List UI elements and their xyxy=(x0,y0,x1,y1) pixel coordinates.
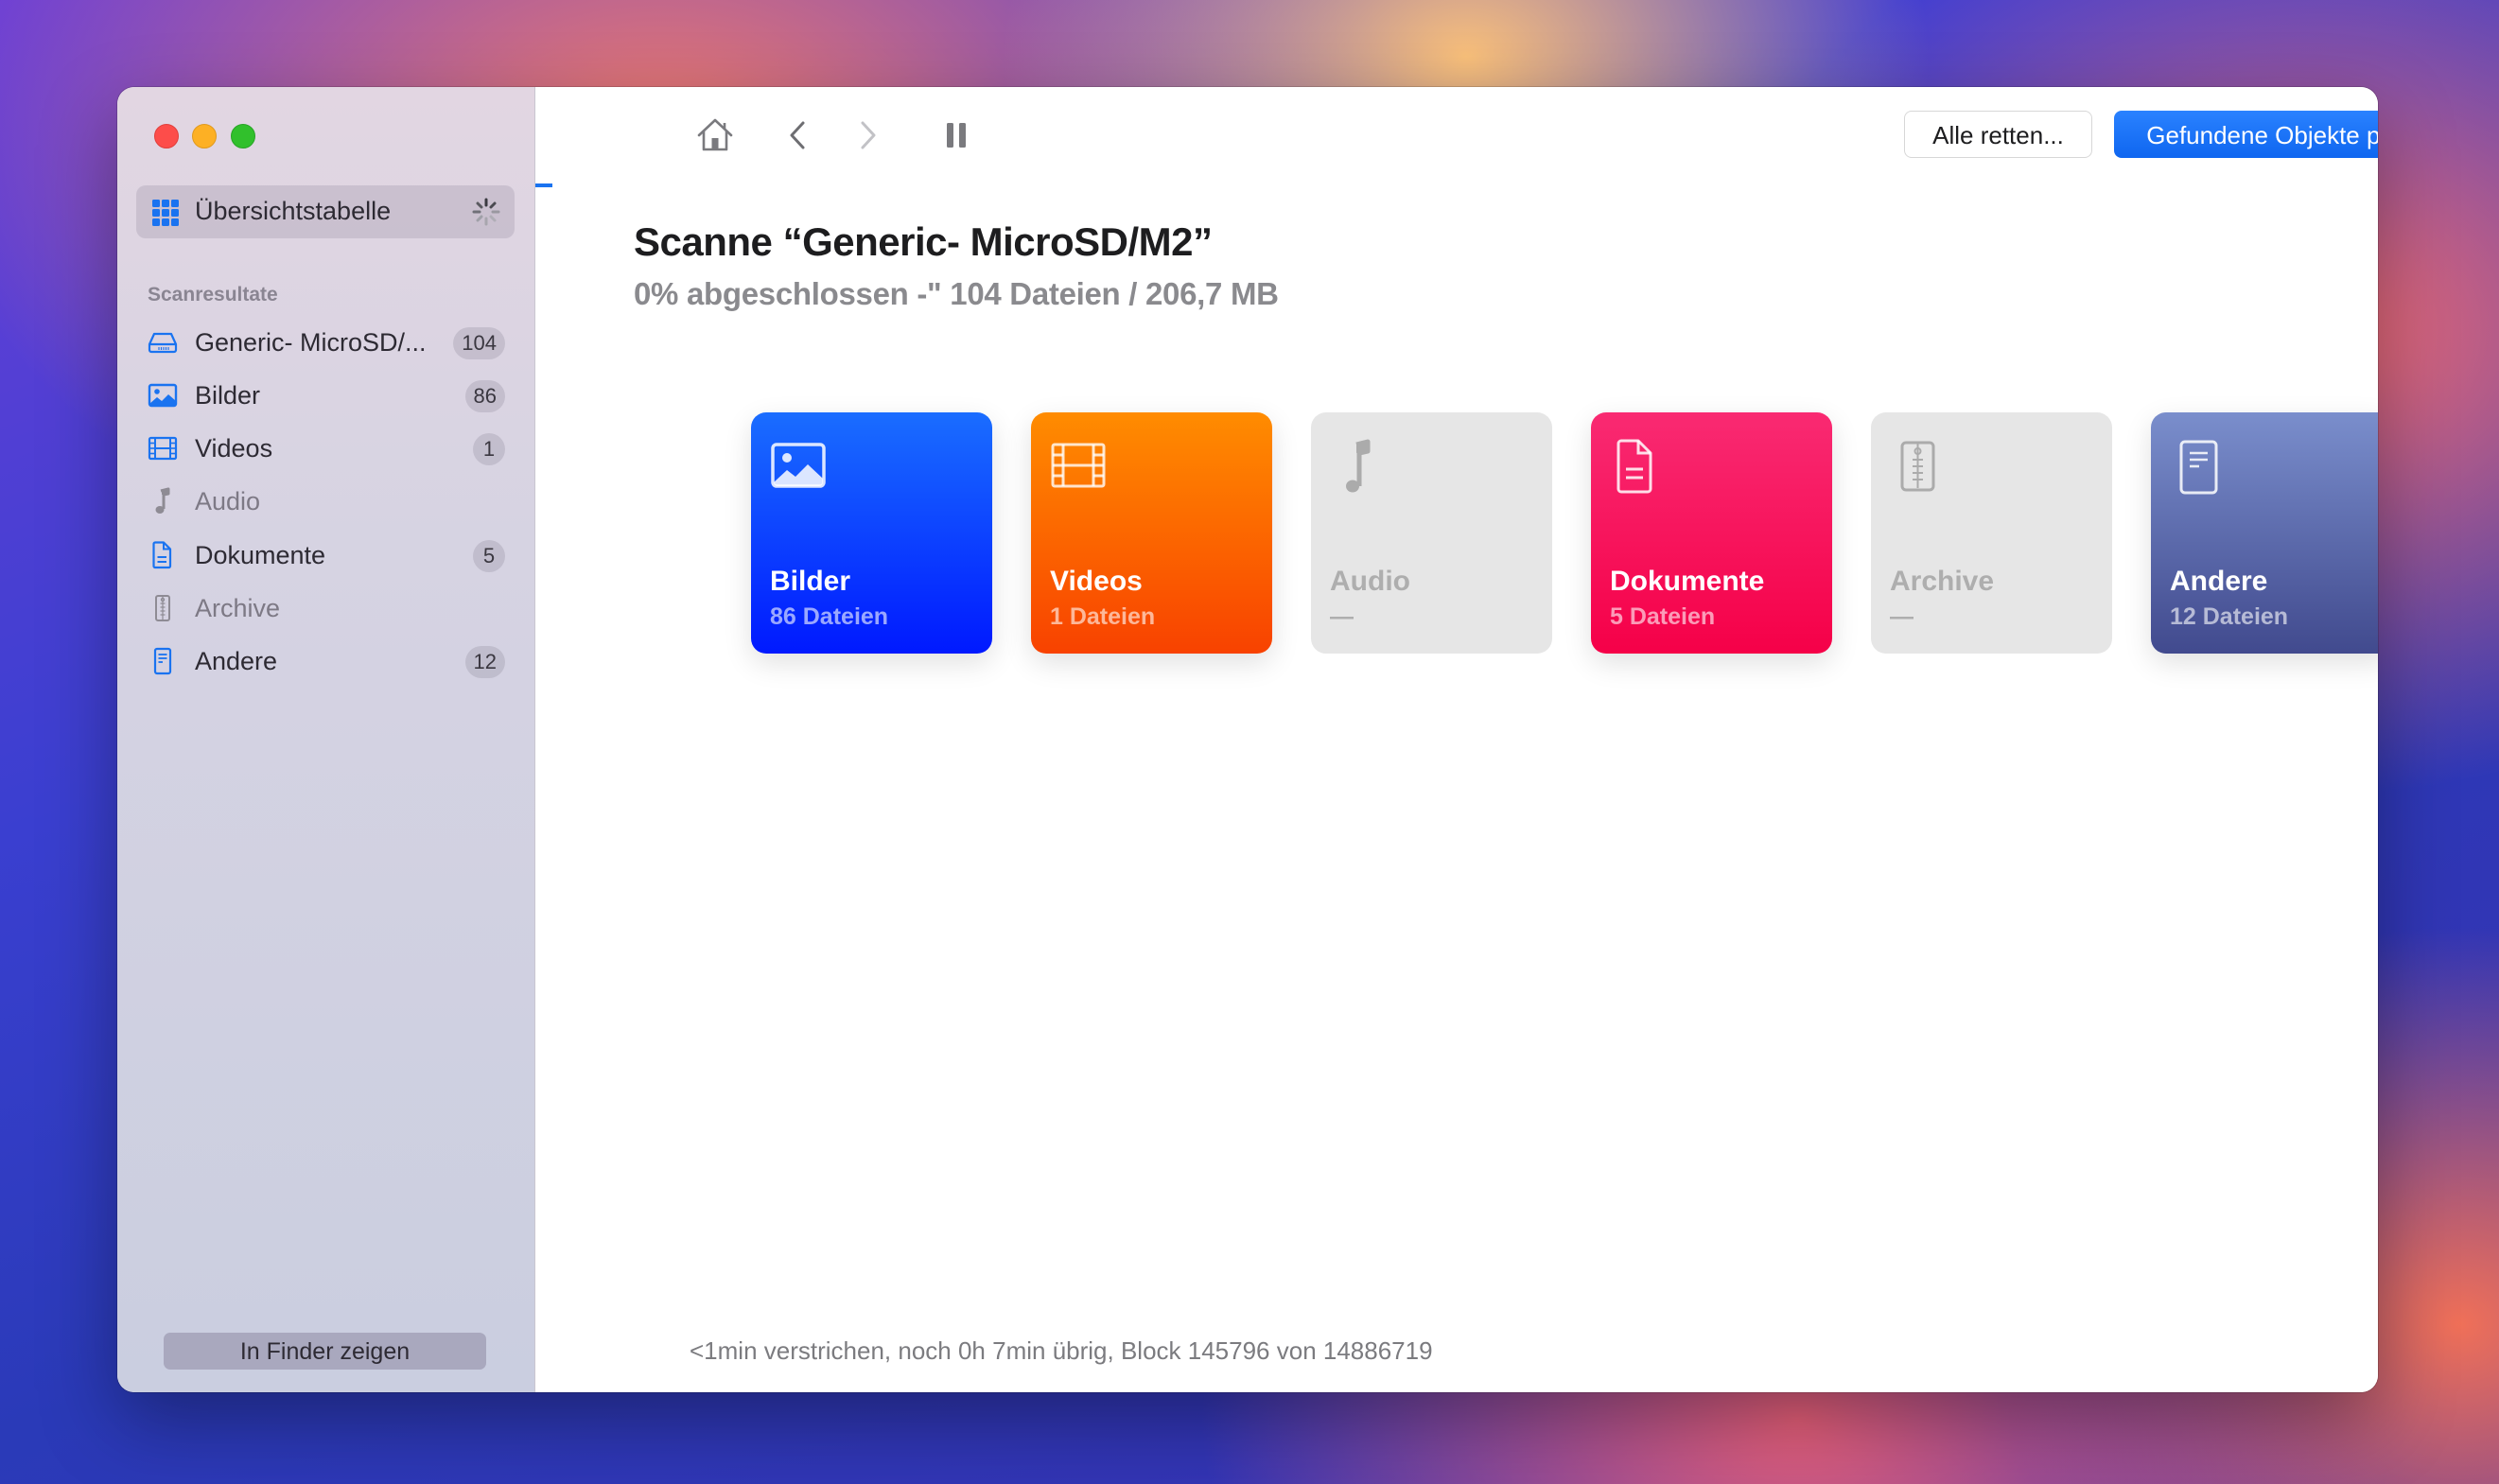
count-badge: 104 xyxy=(453,327,505,359)
scan-status-text: <1min verstrichen, noch 0h 7min übrig, B… xyxy=(690,1336,1433,1365)
sidebar-item-label: Bilder xyxy=(195,381,261,410)
sidebar-item-drive[interactable]: Generic- MicroSD/... 104 xyxy=(136,319,515,366)
sidebar-item-label: Generic- MicroSD/... xyxy=(195,328,427,357)
sidebar-item-overview[interactable]: Übersichtstabelle xyxy=(136,185,515,238)
other-file-icon xyxy=(153,647,172,675)
card-title: Dokumente xyxy=(1610,566,1765,597)
music-note-icon xyxy=(155,487,170,514)
archive-zip-icon xyxy=(1900,441,1935,492)
card-title: Archive xyxy=(1890,566,1995,597)
count-badge: 1 xyxy=(473,433,505,465)
review-found-items-button[interactable]: Gefundene Objekte prüfen xyxy=(2114,111,2378,158)
card-title: Bilder xyxy=(770,566,851,597)
category-card-bilder[interactable]: Bilder 86 Dateien xyxy=(751,412,992,654)
drive-icon xyxy=(148,332,178,354)
grid-icon xyxy=(152,200,179,226)
sidebar-item-label: Dokumente xyxy=(195,541,326,569)
main-content: Alle retten... Gefundene Objekte prüfen … xyxy=(535,87,2378,1392)
back-icon[interactable] xyxy=(778,114,819,156)
sidebar-item-label: Videos xyxy=(195,434,273,463)
close-window-button[interactable] xyxy=(154,124,179,148)
photo-icon xyxy=(771,443,826,488)
spinner-icon xyxy=(472,198,500,226)
photo-icon xyxy=(148,383,178,408)
count-badge: 5 xyxy=(473,540,505,572)
home-icon[interactable] xyxy=(694,114,736,156)
card-count: — xyxy=(1890,603,1914,630)
archive-zip-icon xyxy=(155,595,170,621)
app-window: Übersichtstabelle Scanresultate Generic-… xyxy=(117,87,2378,1392)
sidebar-item-label: Übersichtstabelle xyxy=(195,197,392,225)
film-icon xyxy=(148,436,178,461)
sidebar-item-videos[interactable]: Videos 1 xyxy=(136,425,515,472)
film-icon xyxy=(1051,443,1106,488)
category-card-videos[interactable]: Videos 1 Dateien xyxy=(1031,412,1272,654)
sidebar: Übersichtstabelle Scanresultate Generic-… xyxy=(117,87,535,1392)
sidebar-item-label: Andere xyxy=(195,647,278,675)
minimize-window-button[interactable] xyxy=(192,124,217,148)
card-title: Andere xyxy=(2170,566,2268,597)
sidebar-item-label: Archive xyxy=(195,594,281,622)
page-title: Scanne “Generic- MicroSD/M2” xyxy=(634,219,1213,264)
sidebar-item-andere[interactable]: Andere 12 xyxy=(136,637,515,685)
card-count: 86 Dateien xyxy=(770,603,889,630)
music-note-icon xyxy=(1346,439,1371,493)
category-card-dokumente[interactable]: Dokumente 5 Dateien xyxy=(1591,412,1832,654)
card-count: 12 Dateien xyxy=(2170,603,2289,630)
document-icon xyxy=(152,541,172,569)
document-icon xyxy=(1616,439,1652,494)
card-title: Videos xyxy=(1050,566,1143,597)
card-count: — xyxy=(1330,603,1354,630)
count-badge: 86 xyxy=(464,380,505,412)
scan-progress-bar xyxy=(535,183,552,187)
scan-summary: 0% abgeschlossen -" 104 Dateien / 206,7 … xyxy=(634,276,1279,311)
recover-all-button[interactable]: Alle retten... xyxy=(1904,111,2092,158)
zoom-window-button[interactable] xyxy=(231,124,255,148)
sidebar-item-bilder[interactable]: Bilder 86 xyxy=(136,372,515,419)
forward-icon[interactable] xyxy=(847,114,888,156)
category-card-archive[interactable]: Archive — xyxy=(1871,412,2112,654)
card-count: 1 Dateien xyxy=(1050,603,1156,630)
sidebar-item-audio[interactable]: Audio xyxy=(136,478,515,525)
sidebar-item-archive[interactable]: Archive xyxy=(136,585,515,632)
other-file-icon xyxy=(2179,440,2218,495)
category-card-audio[interactable]: Audio — xyxy=(1311,412,1552,654)
pause-icon[interactable] xyxy=(935,114,977,156)
sidebar-item-dokumente[interactable]: Dokumente 5 xyxy=(136,532,515,579)
section-header-scan-results: Scanresultate xyxy=(148,284,278,306)
show-in-finder-button[interactable]: In Finder zeigen xyxy=(164,1333,486,1370)
card-count: 5 Dateien xyxy=(1610,603,1716,630)
card-title: Audio xyxy=(1330,566,1410,597)
count-badge: 12 xyxy=(464,646,505,678)
sidebar-item-label: Audio xyxy=(195,487,261,515)
category-card-andere[interactable]: Andere 12 Dateien xyxy=(2151,412,2378,654)
